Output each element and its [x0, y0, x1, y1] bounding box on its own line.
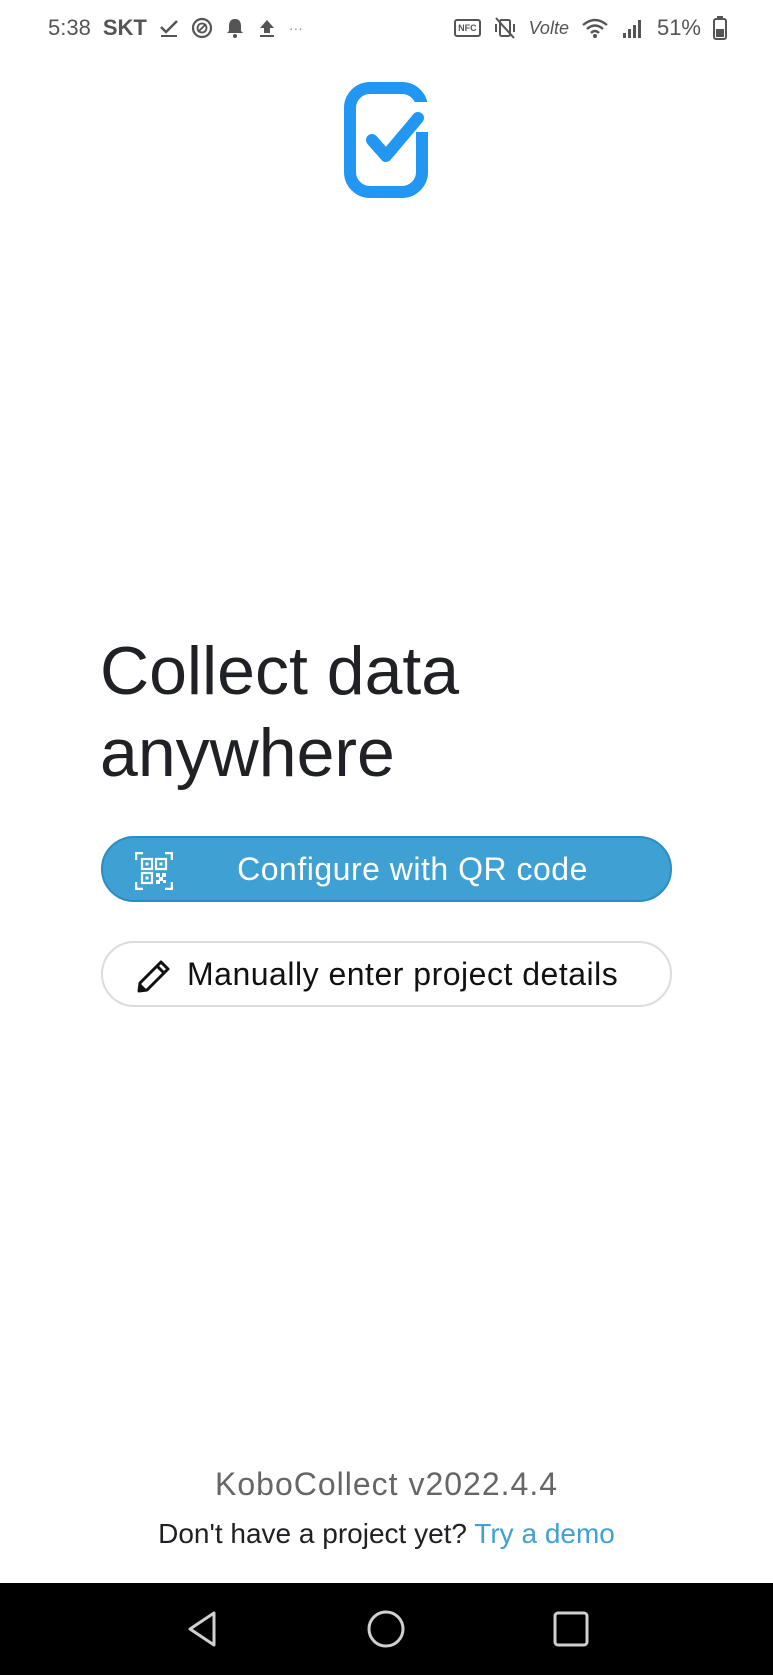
signal-icon [621, 17, 645, 39]
recents-icon[interactable] [541, 1599, 601, 1659]
status-time: 5:38 [48, 15, 91, 40]
pencil-icon [135, 957, 173, 995]
demo-prompt-text: Don't have a project yet? [158, 1518, 468, 1549]
page-headline: Collect data anywhere [100, 630, 660, 794]
wifi-icon [581, 17, 609, 39]
kobocollect-logo [344, 82, 428, 198]
data-saver-icon [191, 17, 213, 39]
status-bar: 5:38 SKT ··· NFC Volte 51% [0, 0, 773, 56]
status-bar-right: NFC Volte 51% [454, 15, 727, 41]
notification-bell-icon [225, 17, 245, 39]
manual-entry-button[interactable]: Manually enter project details [101, 941, 672, 1007]
headline-line-1: Collect data [100, 633, 460, 709]
battery-percent: 51% [656, 15, 701, 40]
status-bar-left: 5:38 SKT ··· [48, 15, 303, 41]
volte-icon: Volte [528, 17, 569, 38]
configure-qr-button[interactable]: Configure with QR code [101, 836, 672, 902]
headline-line-2: anywhere [100, 715, 395, 791]
status-carrier: SKT [102, 15, 147, 40]
manual-entry-label: Manually enter project details [187, 955, 619, 992]
back-icon[interactable] [172, 1599, 232, 1659]
configure-qr-label: Configure with QR code [237, 850, 588, 887]
nfc-icon: NFC [454, 19, 481, 37]
navigation-bar [0, 1583, 773, 1675]
more-dots-icon: ··· [288, 20, 303, 36]
try-demo-link[interactable]: Try a demo [474, 1518, 615, 1549]
demo-prompt-line: Don't have a project yet? Try a demo [0, 1518, 773, 1550]
upload-icon [257, 18, 277, 38]
battery-icon [713, 16, 727, 40]
home-icon[interactable] [356, 1599, 416, 1659]
vibrate-mute-icon [493, 17, 517, 39]
app-version: KoboCollect v2022.4.4 [215, 1466, 558, 1502]
check-download-icon [159, 18, 179, 38]
